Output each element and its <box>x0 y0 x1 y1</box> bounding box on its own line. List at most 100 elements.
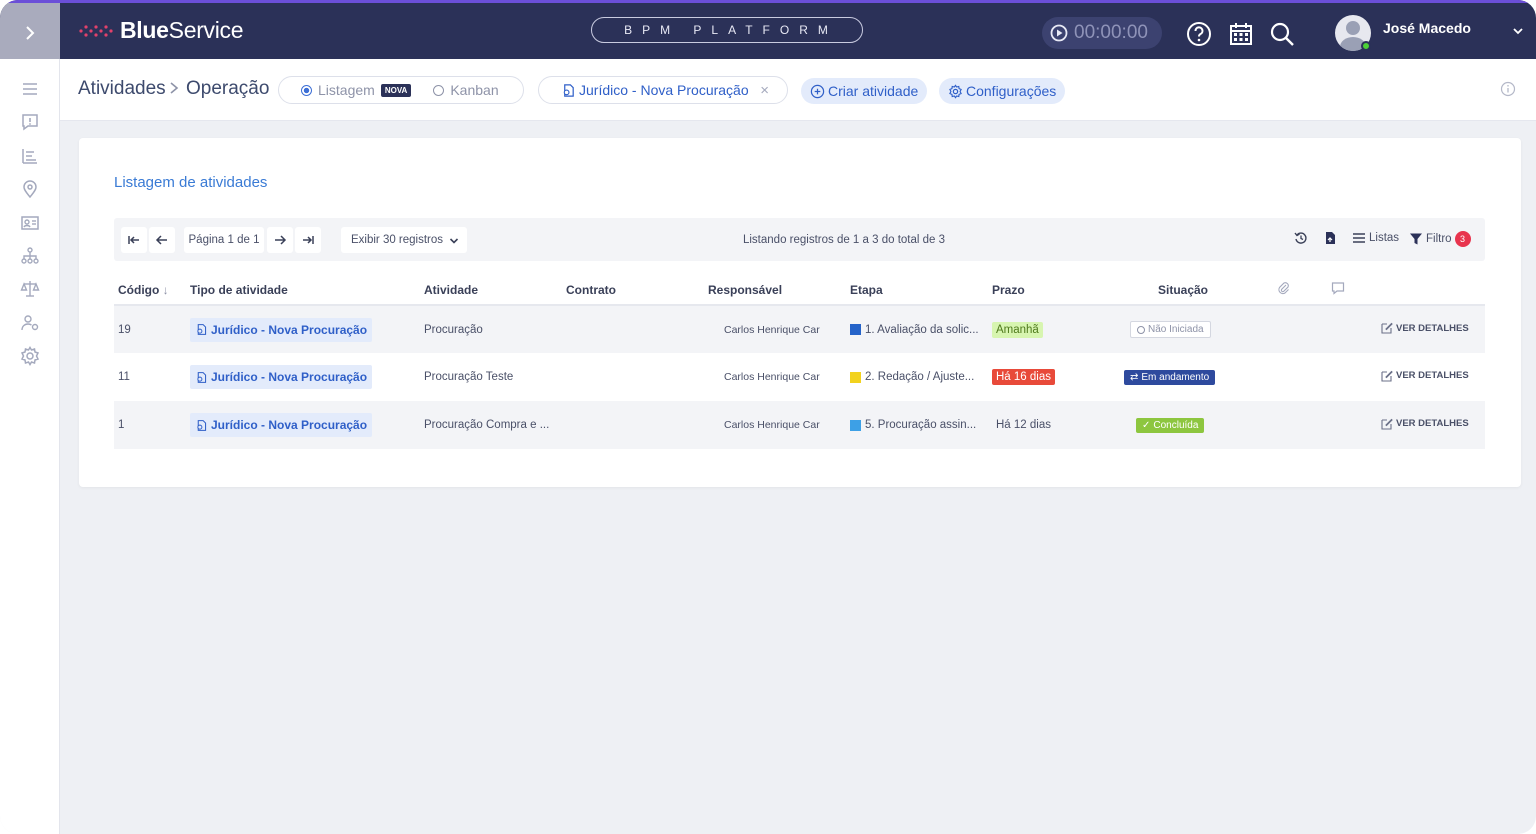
filter-count-badge: 3 <box>1454 231 1471 247</box>
brand-logo[interactable]: BlueService <box>78 17 244 44</box>
cell-due: Amanhã <box>988 305 1114 353</box>
cell-status: ✓ Concluída <box>1114 401 1273 449</box>
column-header-type[interactable]: Tipo de atividade <box>186 275 420 306</box>
cell-activity: Procuração Teste <box>424 371 514 383</box>
column-header-contract[interactable]: Contrato <box>562 275 704 306</box>
sidebar-item-legal[interactable] <box>20 279 40 299</box>
close-icon[interactable]: × <box>760 82 769 99</box>
pagination-toolbar: Página 1 de 1 Exibir 30 registros Listan… <box>114 218 1485 261</box>
cell-code: 1 <box>114 401 186 449</box>
filter-button[interactable]: Filtro 3 <box>1409 231 1471 247</box>
activity-type-tag[interactable]: Jurídico - Nova Procuração <box>190 413 373 437</box>
export-button[interactable] <box>1323 231 1337 245</box>
cell-stage: 2. Redação / Ajuste... <box>846 353 988 401</box>
expand-sidebar-button[interactable] <box>0 3 60 62</box>
online-status-dot <box>1361 41 1371 51</box>
create-activity-button[interactable]: Criar atividade <box>801 78 928 104</box>
lists-button[interactable]: Listas <box>1352 231 1399 245</box>
new-badge: NOVA <box>380 83 412 97</box>
sidebar-item-settings[interactable] <box>20 346 40 366</box>
view-details-button[interactable]: VER DETALHES <box>1381 418 1469 430</box>
cell-attachments <box>1273 305 1327 353</box>
filter-chip-label: Jurídico - Nova Procuração <box>579 82 749 98</box>
table-header-row: Código ↓ Tipo de atividade Atividade Con… <box>114 275 1485 306</box>
previous-page-button[interactable] <box>149 227 175 253</box>
column-header-activity[interactable]: Atividade <box>420 275 562 306</box>
column-header-status[interactable]: Situação <box>1114 275 1273 306</box>
chevron-right-icon <box>26 25 35 40</box>
cell-due: Há 16 dias <box>988 353 1114 401</box>
activity-type-tag[interactable]: Jurídico - Nova Procuração <box>190 317 373 342</box>
cell-contract <box>562 353 704 401</box>
radio-listagem[interactable] <box>301 84 312 96</box>
view-kanban-label[interactable]: Kanban <box>450 82 498 98</box>
sidebar-item-user-settings[interactable] <box>20 313 40 333</box>
cell-actions: VER DETALHES <box>1357 401 1485 449</box>
menu-icon <box>23 83 37 95</box>
view-toggle: Listagem NOVA Kanban <box>278 76 524 104</box>
settings-label: Configurações <box>966 83 1057 99</box>
user-menu[interactable]: José Macedo <box>1335 15 1471 51</box>
table-row[interactable]: 1 Jurídico - Nova Procuração Procuração … <box>114 401 1485 449</box>
view-details-button[interactable]: VER DETALHES <box>1381 370 1469 382</box>
view-listagem-label[interactable]: Listagem <box>318 82 375 98</box>
id-card-icon <box>21 216 39 230</box>
settings-button[interactable]: Configurações <box>939 78 1066 104</box>
app-frame: BlueService BPM PLATFORM 00:00:00 José M… <box>0 0 1536 834</box>
help-button[interactable] <box>1186 21 1212 47</box>
due-badge: Amanhã <box>992 321 1043 338</box>
list-icon <box>1353 233 1365 243</box>
info-icon[interactable] <box>1500 81 1516 97</box>
search-button[interactable] <box>1269 21 1295 47</box>
arrow-left-icon <box>155 235 167 245</box>
breadcrumb-root[interactable]: Atividades <box>78 78 166 100</box>
column-header-due[interactable]: Prazo <box>988 275 1114 306</box>
sidebar-item-contacts[interactable] <box>20 213 40 233</box>
chevron-right-icon <box>170 82 179 94</box>
table-row[interactable]: 19 Jurídico - Nova Procuração Procuração… <box>114 305 1485 353</box>
history-button[interactable] <box>1294 231 1308 245</box>
column-header-code[interactable]: Código ↓ <box>114 275 186 306</box>
cell-stage: 1. Avaliação da solic... <box>846 305 988 353</box>
view-details-button[interactable]: VER DETALHES <box>1381 322 1469 334</box>
cell-status: ⇄ Em andamento <box>1114 353 1273 401</box>
cell-responsible: Carlos Henrique Car <box>704 401 846 449</box>
sidebar-item-alerts[interactable] <box>20 112 40 132</box>
sidebar-item-reports[interactable] <box>20 146 40 166</box>
timer-control[interactable]: 00:00:00 <box>1042 17 1162 49</box>
card-title: Listagem de atividades <box>114 174 268 191</box>
page-size-select[interactable]: Exibir 30 registros <box>341 227 467 253</box>
first-page-button[interactable] <box>121 227 147 253</box>
column-header-stage[interactable]: Etapa <box>846 275 988 306</box>
calendar-button[interactable] <box>1228 21 1254 47</box>
sidebar-item-locations[interactable] <box>20 179 40 199</box>
message-alert-icon <box>22 114 38 131</box>
due-text: Há 12 dias <box>996 419 1051 431</box>
check-icon: ✓ <box>1142 419 1151 431</box>
activity-type-filter-chip[interactable]: Jurídico - Nova Procuração × <box>538 76 788 104</box>
page-indicator: Página 1 de 1 <box>184 227 264 253</box>
logo-dots-icon <box>79 24 113 37</box>
platform-label: BPM PLATFORM <box>591 17 863 43</box>
sidebar-item-organization[interactable] <box>20 246 40 266</box>
activity-type-tag[interactable]: Jurídico - Nova Procuração <box>190 365 373 389</box>
status-badge: ✓ Concluída <box>1136 417 1205 433</box>
brand-name: BlueService <box>120 17 244 43</box>
sync-icon: ⇄ <box>1130 371 1139 383</box>
chevron-down-icon <box>449 238 459 244</box>
top-bar: BlueService BPM PLATFORM 00:00:00 José M… <box>0 0 1536 62</box>
search-icon <box>1270 22 1294 46</box>
sidebar-item-menu[interactable] <box>20 79 40 99</box>
document-link-icon <box>197 419 207 431</box>
next-page-button[interactable] <box>267 227 293 253</box>
create-activity-label: Criar atividade <box>828 83 919 99</box>
cell-attachments <box>1273 353 1327 401</box>
radio-kanban[interactable] <box>433 84 445 96</box>
table-row[interactable]: 11 Jurídico - Nova Procuração Procuração… <box>114 353 1485 401</box>
history-icon <box>1294 232 1307 244</box>
column-header-responsible[interactable]: Responsável <box>704 275 846 306</box>
play-icon <box>1050 24 1068 42</box>
cell-type: Jurídico - Nova Procuração <box>186 353 420 401</box>
chevron-down-icon[interactable] <box>1512 25 1524 37</box>
last-page-button[interactable] <box>295 227 321 253</box>
